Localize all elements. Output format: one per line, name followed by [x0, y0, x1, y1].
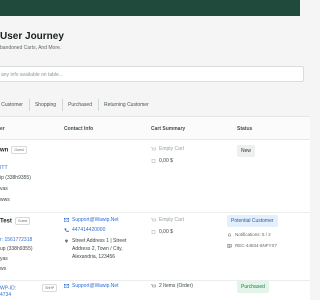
- table-row[interactable]: Test Guest r: 1561772318 up (338h9355) ya…: [0, 213, 310, 281]
- customer-meta: ws: [0, 266, 7, 272]
- notifications-count: Notifications: 5 / 2: [227, 232, 271, 237]
- col-cart-summary[interactable]: Cart Summary: [151, 126, 185, 132]
- cart-total: 0,00 $: [151, 158, 173, 164]
- guest-badge: Guest: [11, 146, 27, 154]
- app-top-bar: [0, 0, 300, 16]
- cart-status: Empty Cart: [151, 217, 184, 223]
- page-title: User Journey: [0, 31, 64, 42]
- status-badge: Purchased: [237, 281, 269, 293]
- col-contact-info[interactable]: Contact Info: [64, 126, 93, 132]
- tab-shopping[interactable]: Shopping: [28, 99, 59, 111]
- cart-status: Empty Cart: [151, 146, 184, 152]
- table-header: er Contact Info Cart Summary Status: [0, 117, 310, 140]
- customer-meta: yas: [0, 256, 8, 262]
- customer-name: Test: [0, 218, 12, 225]
- customer-name: wn: [0, 147, 9, 154]
- mail-icon: [64, 217, 69, 222]
- recovery-code: REC-44834-6NFYX7: [227, 243, 277, 248]
- status-badge: New: [237, 145, 256, 157]
- table-row[interactable]: wn Guest ITT ip (338h9355) vas wws Empty …: [0, 140, 310, 213]
- customer-phone-link[interactable]: r: 1561772318: [0, 237, 32, 243]
- receipt-icon: [151, 229, 156, 234]
- col-customer[interactable]: er: [0, 126, 5, 132]
- customer-group: up (338h9355): [0, 246, 33, 252]
- tab-purchased[interactable]: Purchased: [62, 99, 95, 111]
- shop-badge: ShHP: [42, 284, 58, 292]
- search-input[interactable]: any info available on table...: [0, 66, 304, 82]
- page-subtitle: bandoned Carts, And More.: [0, 45, 62, 51]
- customer-meta: wws: [0, 197, 10, 203]
- contact-email[interactable]: Support@Wawip.Net: [64, 217, 119, 223]
- tab-all-customer[interactable]: al Customer: [0, 99, 26, 111]
- status-badge: Potential Customer: [227, 215, 278, 227]
- bell-icon: [227, 233, 232, 237]
- guest-badge: Guest: [14, 217, 31, 225]
- location-pin-icon: [65, 239, 68, 243]
- receipt-icon: [151, 158, 156, 163]
- contact-email[interactable]: Support@Wawip.Net: [64, 283, 119, 289]
- tab-returning-customer[interactable]: Returning Customer: [98, 99, 152, 111]
- cart-total: 0,00 $: [151, 229, 173, 235]
- cart-status: 2 Items (Order): [151, 283, 193, 289]
- contact-phone[interactable]: 447414420000: [64, 227, 105, 233]
- customer-group: ip (338h9355): [0, 175, 31, 181]
- cart-icon: [151, 146, 156, 150]
- customer-id-link[interactable]: 4734: [0, 292, 11, 298]
- customer-wp-id[interactable]: WP-ID:: [0, 285, 16, 291]
- filter-tabs: al Customer Shopping Purchased Returning…: [0, 99, 152, 111]
- cart-icon: [151, 283, 156, 287]
- mail-icon: [64, 283, 69, 288]
- cart-icon: [151, 217, 156, 221]
- customer-id-link[interactable]: ITT: [0, 165, 8, 171]
- journey-table: er Contact Info Cart Summary Status wn Gu…: [0, 116, 310, 300]
- table-row[interactable]: WP-ID: ShHP 4734 Support@Wawip.Net 2 Item…: [0, 281, 310, 300]
- contact-address-line: Alexandria, 123456: [72, 254, 116, 260]
- col-status[interactable]: Status: [237, 126, 252, 132]
- customer-meta: vas: [0, 186, 8, 192]
- contact-address-line: Address 2, Town / City,: [72, 246, 123, 252]
- phone-icon: [64, 227, 69, 232]
- copy-icon: [227, 243, 232, 248]
- contact-address: Street Address 1 | Street: [64, 238, 126, 244]
